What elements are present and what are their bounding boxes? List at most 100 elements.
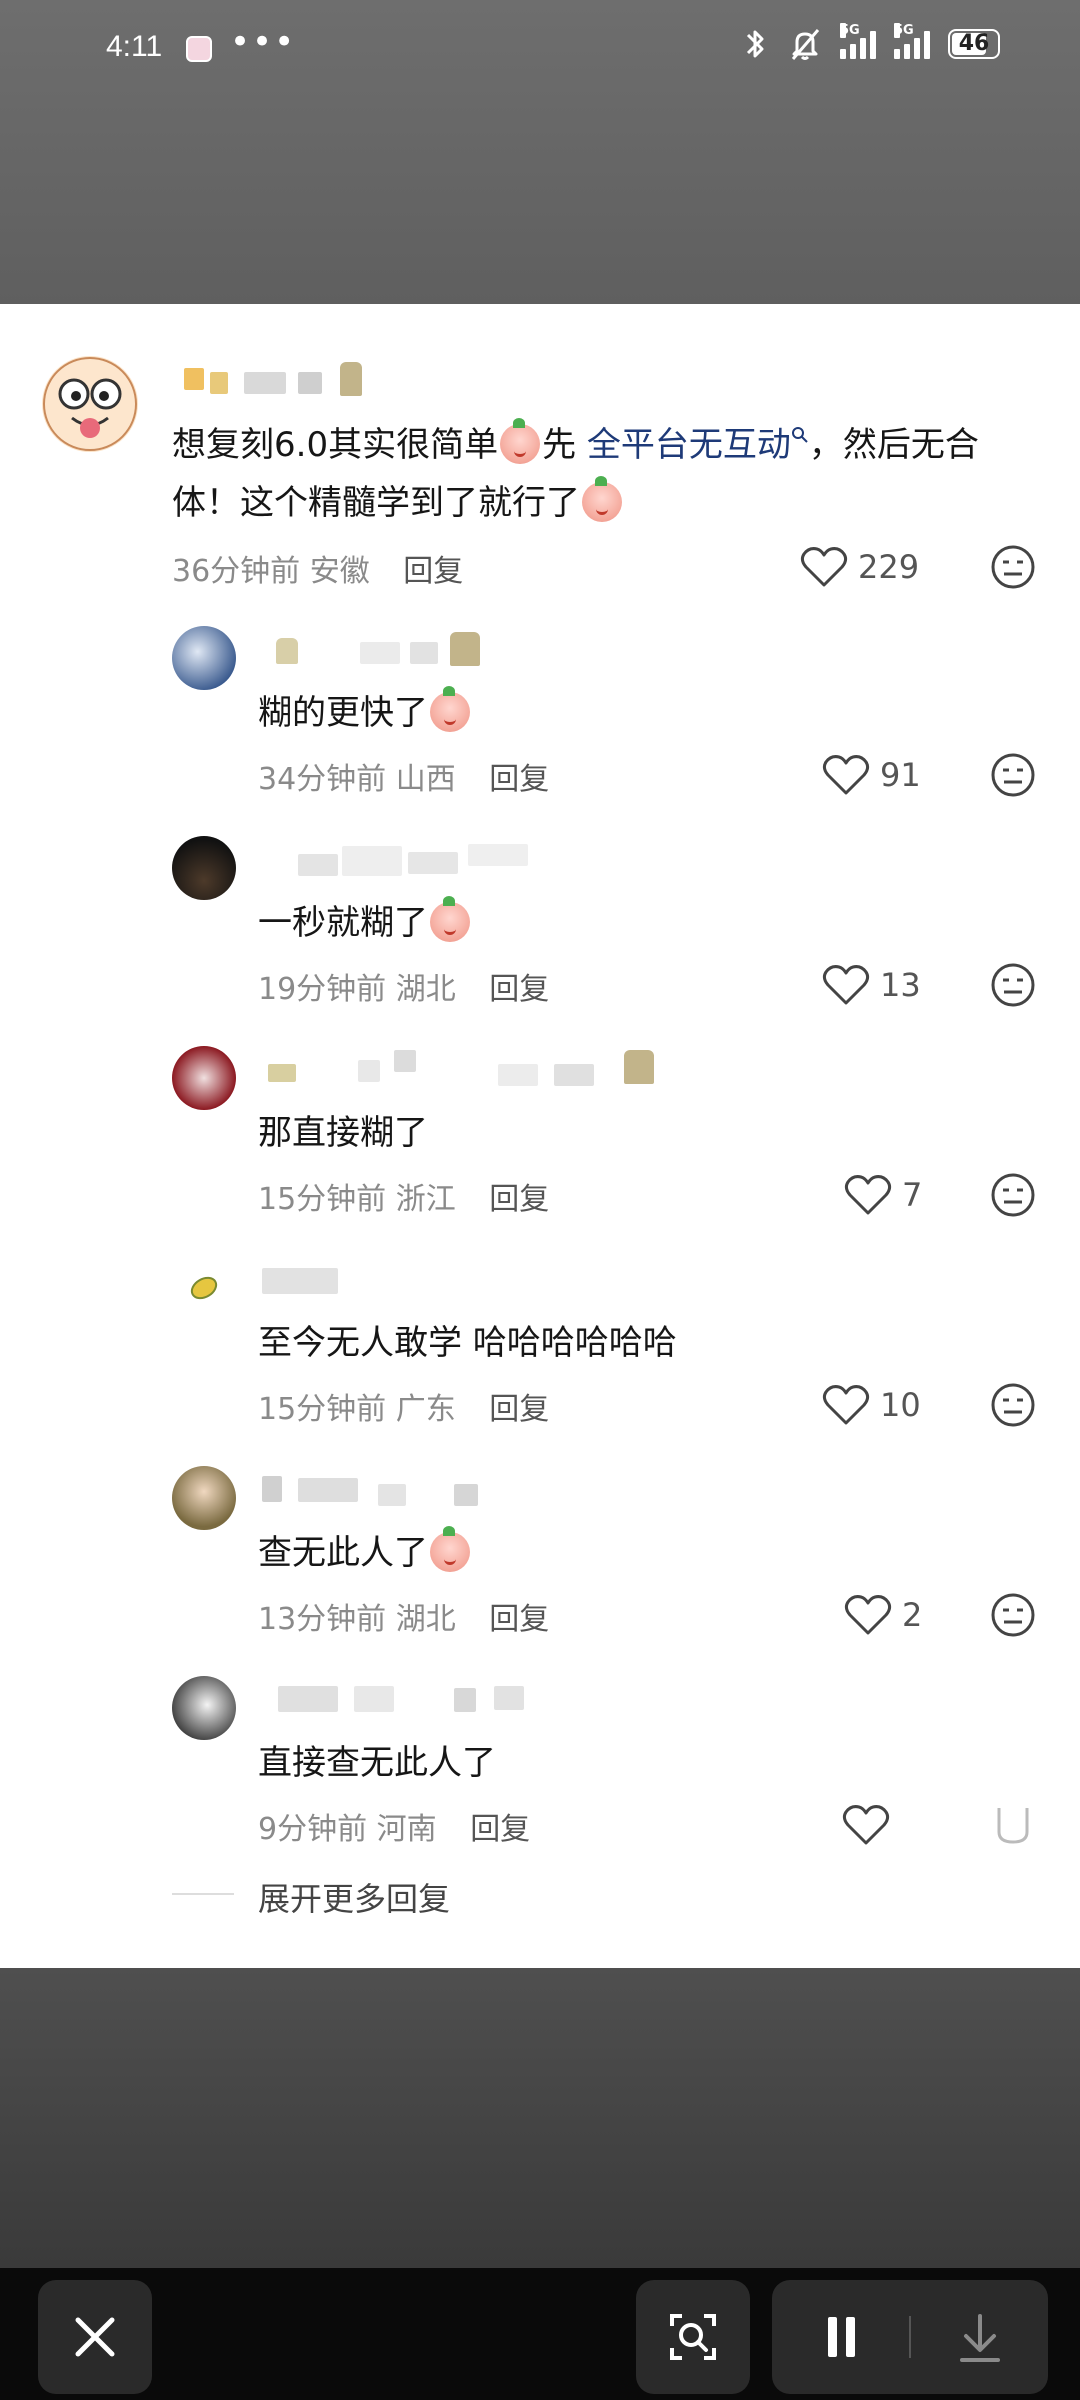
mute-bell-icon xyxy=(791,29,820,60)
reply-button[interactable]: 回复 xyxy=(489,762,549,797)
username-redacted[interactable] xyxy=(258,844,538,880)
reply-meta: 15分钟前 广东 回复 xyxy=(258,1384,549,1428)
like-button[interactable]: 91 xyxy=(822,754,921,796)
pause-icon[interactable] xyxy=(772,2280,908,2394)
close-button[interactable] xyxy=(38,2280,152,2394)
like-count: 229 xyxy=(858,548,920,586)
avatar[interactable] xyxy=(172,1256,236,1320)
avatar[interactable] xyxy=(172,626,236,690)
meh-face-icon[interactable] xyxy=(990,1802,1036,1848)
comment-location: 安徽 xyxy=(309,554,370,589)
reply-text: 直接查无此人了 xyxy=(258,1743,496,1783)
username-redacted[interactable] xyxy=(258,1470,518,1506)
bluetooth-icon xyxy=(746,30,764,58)
expand-more-replies-button[interactable]: 展开更多回复 xyxy=(258,1874,450,1920)
username-redacted[interactable] xyxy=(174,362,394,398)
reply-location: 浙江 xyxy=(395,1182,456,1217)
reply-time: 13分钟前 xyxy=(258,1602,387,1637)
reply-button[interactable]: 回复 xyxy=(489,1602,549,1637)
reply-text: 查无此人了 xyxy=(258,1524,472,1582)
signal-strength-1-icon: 5G xyxy=(840,23,876,59)
signal-strength-2-icon: 5G xyxy=(894,23,930,59)
app-notification-icon xyxy=(186,36,212,62)
reply-time: 15分钟前 xyxy=(258,1182,387,1217)
expand-divider xyxy=(172,1893,234,1895)
like-button[interactable]: 13 xyxy=(822,964,921,1006)
username-redacted[interactable] xyxy=(258,1050,678,1086)
reply-location: 广东 xyxy=(395,1392,456,1427)
heart-outline-icon xyxy=(822,965,870,1005)
reply-button[interactable]: 回复 xyxy=(470,1812,530,1847)
close-x-icon xyxy=(75,2317,115,2357)
controls-divider xyxy=(909,2316,911,2358)
like-button[interactable]: 7 xyxy=(844,1174,922,1216)
reply-time: 34分钟前 xyxy=(258,762,387,797)
comment-time: 36分钟前 xyxy=(172,554,301,589)
meh-face-icon[interactable] xyxy=(990,544,1036,590)
avatar[interactable] xyxy=(172,1046,236,1110)
like-button[interactable]: 229 xyxy=(800,546,919,588)
username-redacted[interactable] xyxy=(258,1264,378,1300)
meh-face-icon[interactable] xyxy=(990,1382,1036,1428)
reply-meta: 19分钟前 湖北 回复 xyxy=(258,964,549,1008)
status-time: 4:11 xyxy=(106,30,163,63)
shush-face-emoji-icon xyxy=(430,896,470,942)
like-count: 91 xyxy=(880,756,921,794)
like-count: 7 xyxy=(902,1176,923,1214)
crying-face-emoji-icon xyxy=(430,686,470,732)
reply-meta: 34分钟前 山西 回复 xyxy=(258,754,549,798)
comment-panel[interactable]: 想复刻6.0其实很简单先 全平台无互动 ，然后无合体！这个精髓学到了就行了 36分… xyxy=(0,304,1080,1968)
avatar[interactable] xyxy=(172,1466,236,1530)
like-count: 10 xyxy=(880,1386,921,1424)
reply-button[interactable]: 回复 xyxy=(489,972,549,1007)
peach-face-emoji-icon xyxy=(582,476,622,522)
meh-face-icon[interactable] xyxy=(990,962,1036,1008)
playback-controls xyxy=(772,2280,1048,2394)
reply-text: 糊的更快了 xyxy=(258,684,472,742)
reply-meta: 13分钟前 湖北 回复 xyxy=(258,1594,549,1638)
more-notifications-icon: ••• xyxy=(230,22,297,62)
reply-meta: 9分钟前 河南 回复 xyxy=(258,1804,530,1848)
reply-text: 一秒就糊了 xyxy=(258,894,472,952)
username-redacted[interactable] xyxy=(270,632,490,668)
reply-button[interactable]: 回复 xyxy=(489,1182,549,1217)
reply-location: 湖北 xyxy=(395,972,456,1007)
heart-outline-icon xyxy=(844,1175,892,1215)
like-count: 13 xyxy=(880,966,921,1004)
username-redacted[interactable] xyxy=(258,1680,558,1716)
avatar[interactable] xyxy=(172,1676,236,1740)
reply-meta: 15分钟前 浙江 回复 xyxy=(258,1174,549,1218)
reply-button[interactable]: 回复 xyxy=(489,1392,549,1427)
comment-meta: 36分钟前 安徽 回复 xyxy=(172,546,463,590)
peach-face-emoji-icon xyxy=(500,418,541,464)
avatar[interactable] xyxy=(42,356,138,452)
avatar[interactable] xyxy=(172,836,236,900)
status-bar: 4:11 ••• 5G 5G 46 xyxy=(0,0,1080,100)
meh-face-icon[interactable] xyxy=(990,752,1036,798)
meh-face-icon[interactable] xyxy=(990,1172,1036,1218)
reply-text: 那直接糊了 xyxy=(258,1113,428,1153)
comment-text: 想复刻6.0其实很简单先 全平台无互动 ，然后无合体！这个精髓学到了就行了 xyxy=(172,418,979,523)
reply-location: 湖北 xyxy=(395,1602,456,1637)
reply-button[interactable]: 回复 xyxy=(403,554,463,589)
download-icon[interactable] xyxy=(912,2280,1048,2394)
reply-location: 山西 xyxy=(395,762,456,797)
reply-location: 河南 xyxy=(376,1812,437,1847)
heart-outline-icon xyxy=(842,1805,890,1845)
meh-face-icon[interactable] xyxy=(990,1592,1036,1638)
heart-outline-icon xyxy=(822,755,870,795)
video-backdrop-bottom xyxy=(0,1968,1080,2268)
search-link[interactable]: 全平台无互动 xyxy=(587,425,791,465)
image-search-button[interactable] xyxy=(636,2280,750,2394)
like-count: 2 xyxy=(902,1596,923,1634)
reply-time: 9分钟前 xyxy=(258,1812,368,1847)
like-button[interactable]: 10 xyxy=(822,1384,921,1426)
like-button[interactable]: 2 xyxy=(844,1594,922,1636)
like-button[interactable] xyxy=(842,1804,900,1846)
heart-outline-icon xyxy=(800,547,848,587)
reply-text: 至今无人敢学 哈哈哈哈哈哈 xyxy=(258,1323,677,1363)
battery-indicator: 46 xyxy=(948,29,1000,59)
reply-time: 15分钟前 xyxy=(258,1392,387,1427)
shush-face-emoji-icon xyxy=(430,1526,470,1572)
heart-outline-icon xyxy=(822,1385,870,1425)
